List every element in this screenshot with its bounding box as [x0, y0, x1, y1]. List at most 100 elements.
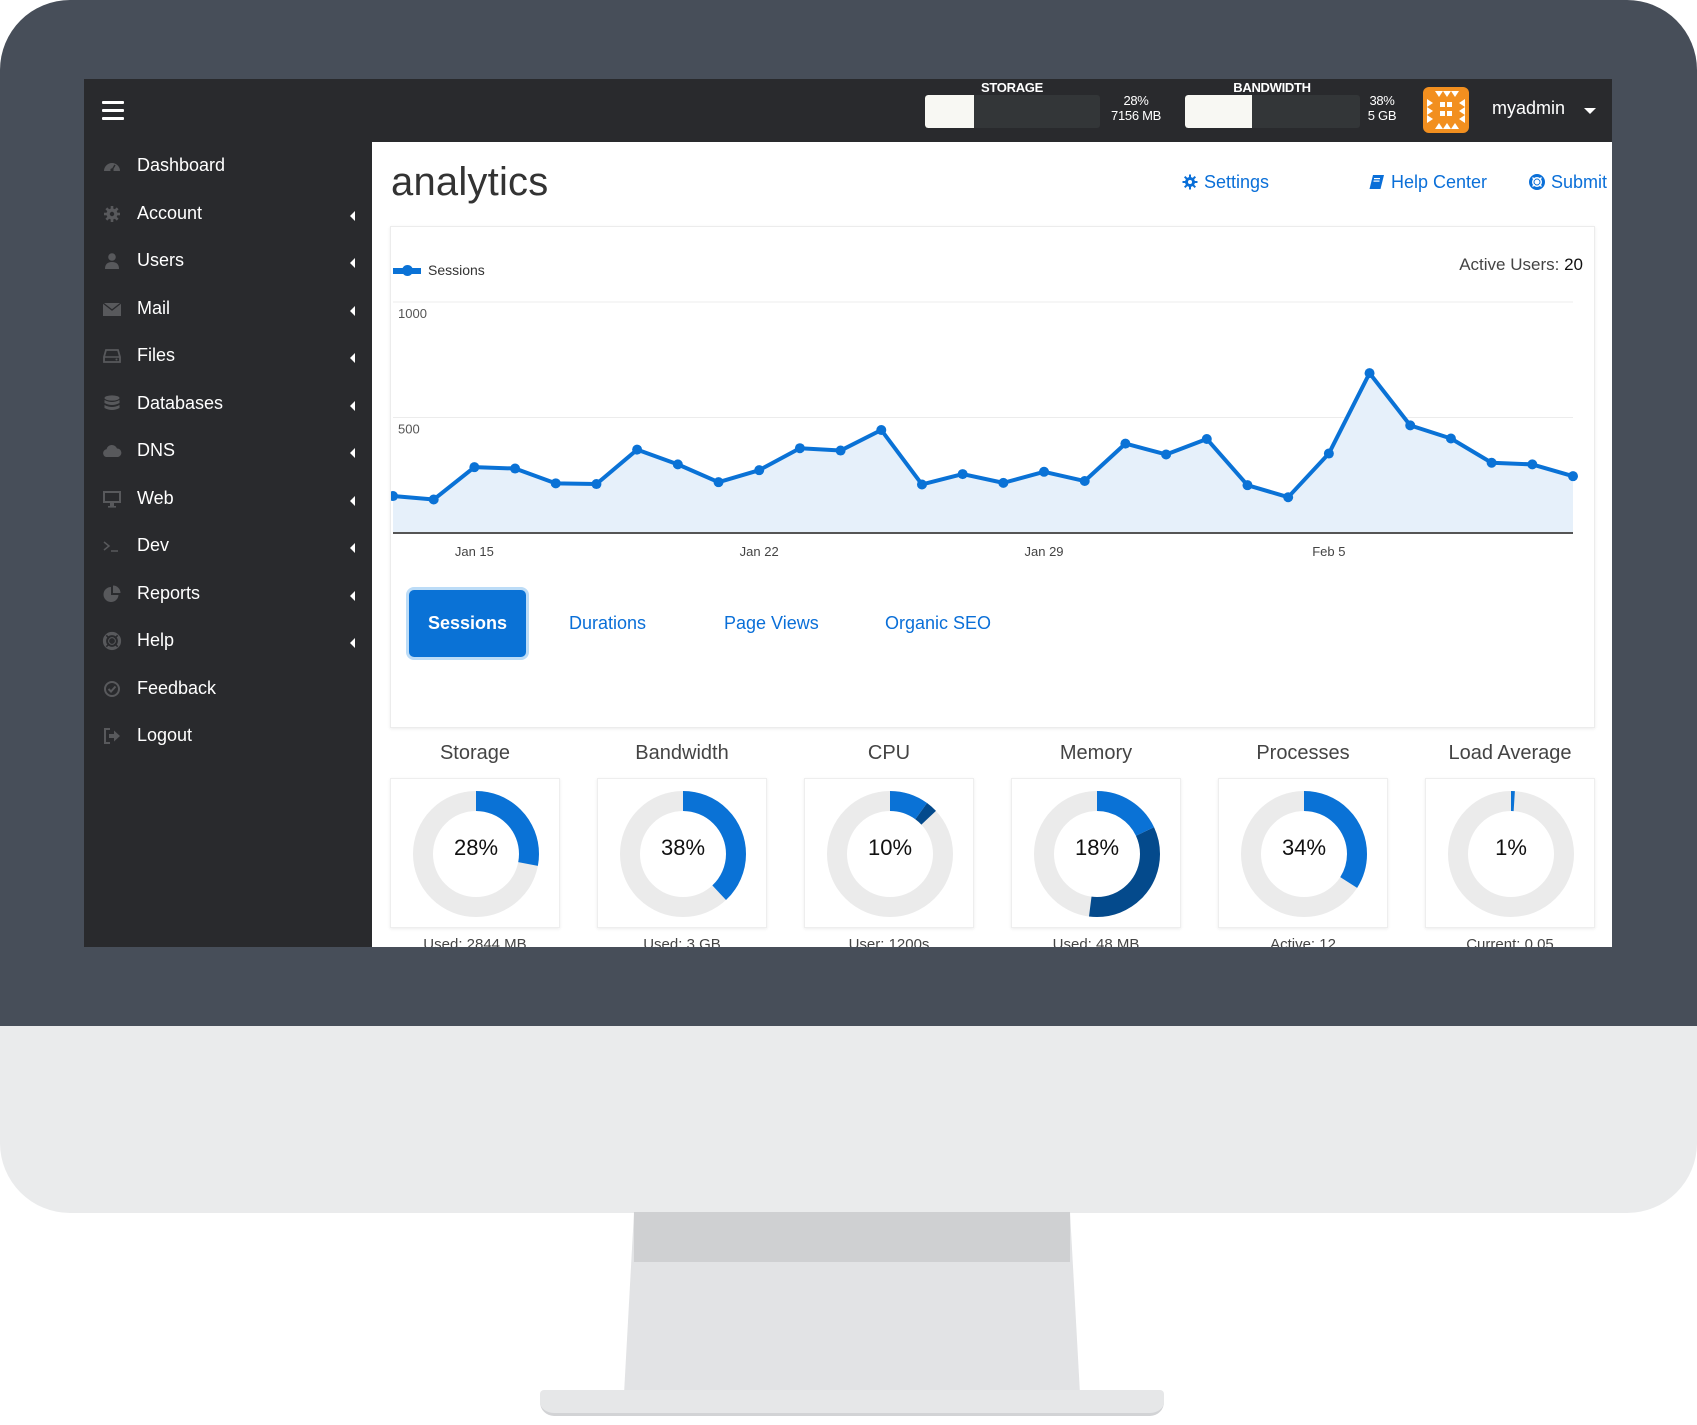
storage-amount: 7156 MB — [1111, 108, 1161, 123]
y-tick-label: 500 — [398, 422, 420, 437]
life-ring-icon — [1529, 174, 1545, 190]
bandwidth-stats: 38% 5 GB — [1360, 93, 1404, 123]
sidebar-item-label: Reports — [137, 582, 201, 603]
bandwidth-label: BANDWIDTH — [1233, 80, 1311, 95]
sessions-chart: 500 1000 Jan 15 Jan 22 Jan 29 Feb 5 — [391, 301, 1578, 559]
sidebar-item-label: Dashboard — [137, 155, 226, 175]
sessions-point — [1527, 459, 1538, 470]
sidebar-item-label: Files — [137, 345, 176, 365]
sessions-point — [1079, 476, 1090, 487]
sessions-point — [1201, 433, 1212, 444]
hard-drive-icon — [102, 346, 122, 366]
tab-durations[interactable]: Durations — [569, 590, 646, 657]
chevron-left-icon — [350, 258, 355, 268]
settings-label: Settings — [1204, 172, 1270, 192]
gauge-percent: 10% — [867, 835, 913, 860]
bandwidth-percent: 38% — [1369, 93, 1395, 108]
storage-percent: 28% — [1123, 93, 1149, 108]
hamburger-icon[interactable] — [102, 96, 124, 124]
username[interactable]: myadmin — [1492, 98, 1565, 119]
cloud-icon — [102, 441, 122, 461]
sidebar-item-dev[interactable]: Dev — [84, 524, 372, 568]
sessions-point — [876, 424, 887, 435]
caret-down-icon[interactable] — [1584, 108, 1596, 114]
sidebar-item-label: DNS — [137, 440, 176, 460]
storage-bar — [925, 95, 1100, 128]
chart-legend[interactable]: Sessions — [393, 262, 485, 278]
gauge-percent: 38% — [660, 835, 706, 860]
x-tick-label: Jan 22 — [740, 544, 779, 559]
sessions-point — [713, 477, 724, 488]
chevron-left-icon — [350, 353, 355, 363]
sidebar-item-databases[interactable]: Databases — [84, 382, 372, 426]
desktop-icon — [102, 489, 122, 509]
sidebar-item-users[interactable]: Users — [84, 239, 372, 283]
settings-link[interactable]: Settings — [1182, 172, 1269, 193]
sessions-point — [1161, 449, 1172, 460]
sidebar-item-web[interactable]: Web — [84, 477, 372, 521]
sidebar-item-reports[interactable]: Reports — [84, 572, 372, 616]
x-tick-label: Jan 29 — [1025, 544, 1064, 559]
sessions-point — [1323, 448, 1334, 459]
main-content: analytics Settings Help Center Submit Ti… — [372, 142, 1612, 947]
sidebar-item-help[interactable]: Help — [84, 619, 372, 663]
sessions-point — [1445, 433, 1456, 444]
sessions-point — [550, 478, 561, 489]
sessions-point — [998, 477, 1009, 488]
sidebar-item-dns[interactable]: DNS — [84, 429, 372, 473]
chevron-left-icon — [350, 638, 355, 648]
sessions-point — [1039, 466, 1050, 477]
y-tick-label: 1000 — [398, 306, 427, 321]
help-center-label: Help Center — [1391, 172, 1488, 192]
gauge-percent: 28% — [453, 835, 499, 860]
monitor-stand-shadow — [634, 1212, 1070, 1262]
x-tick-label: Jan 15 — [455, 544, 494, 559]
sessions-point — [1242, 480, 1253, 491]
sidebar-item-label: Account — [137, 202, 203, 223]
gear-icon — [102, 204, 122, 224]
sidebar-item-dashboard[interactable]: Dashboard — [84, 144, 372, 188]
sessions-point — [1364, 368, 1375, 379]
gauge-title: Storage — [439, 742, 511, 764]
sidebar-item-label: Databases — [137, 392, 224, 413]
gauge-card: 10% — [804, 778, 974, 928]
avatar[interactable] — [1423, 87, 1469, 133]
gauge-card: 34% — [1218, 778, 1388, 928]
sidebar-item-label: Help — [137, 630, 175, 650]
sessions-point — [794, 443, 805, 454]
active-users: Active Users: 20 — [1459, 255, 1583, 275]
sidebar-item-logout[interactable]: Logout — [84, 714, 372, 758]
sidebar-item-files[interactable]: Files — [84, 334, 372, 378]
tab-organic-seo[interactable]: Organic SEO — [885, 590, 991, 657]
check-circle-icon — [102, 679, 122, 699]
storage-label: STORAGE — [981, 80, 1043, 95]
sidebar-item-account[interactable]: Account — [84, 192, 372, 236]
sidebar-item-label: Feedback — [137, 677, 217, 698]
help-center-link[interactable]: Help Center — [1369, 172, 1487, 193]
legend-swatch-sessions — [393, 265, 421, 277]
gauge-caption: Used: 3 GB — [643, 936, 721, 947]
bandwidth-bar — [1185, 95, 1360, 128]
sidebar-item-feedback[interactable]: Feedback — [84, 667, 372, 711]
sidebar-item-label: Web — [137, 487, 174, 508]
submit-ticket-link[interactable]: Submit Ticket — [1529, 172, 1612, 193]
tab-sessions[interactable]: Sessions — [409, 590, 526, 657]
gauge-card: 18% — [1011, 778, 1181, 928]
gauge-percent: 34% — [1281, 835, 1327, 860]
storage-bar-fill — [925, 95, 974, 128]
sessions-point — [510, 463, 521, 474]
gauge-caption: Active: 12 — [1270, 936, 1336, 947]
dashboard-icon — [102, 156, 122, 176]
tab-page-views[interactable]: Page Views — [724, 590, 819, 657]
sidebar-item-mail[interactable]: Mail — [84, 287, 372, 331]
gauge-title: CPU — [867, 742, 911, 764]
chevron-left-icon — [350, 448, 355, 458]
chevron-left-icon — [350, 210, 355, 221]
identicon-avatar-icon — [1427, 91, 1465, 129]
sessions-point — [916, 479, 927, 490]
sign-out-icon — [102, 726, 122, 746]
active-users-value: 20 — [1564, 255, 1583, 274]
gauge-caption: Current: 0.05 — [1466, 936, 1554, 947]
storage-stats: 28% 7156 MB — [1101, 93, 1171, 123]
sessions-point — [632, 444, 643, 455]
